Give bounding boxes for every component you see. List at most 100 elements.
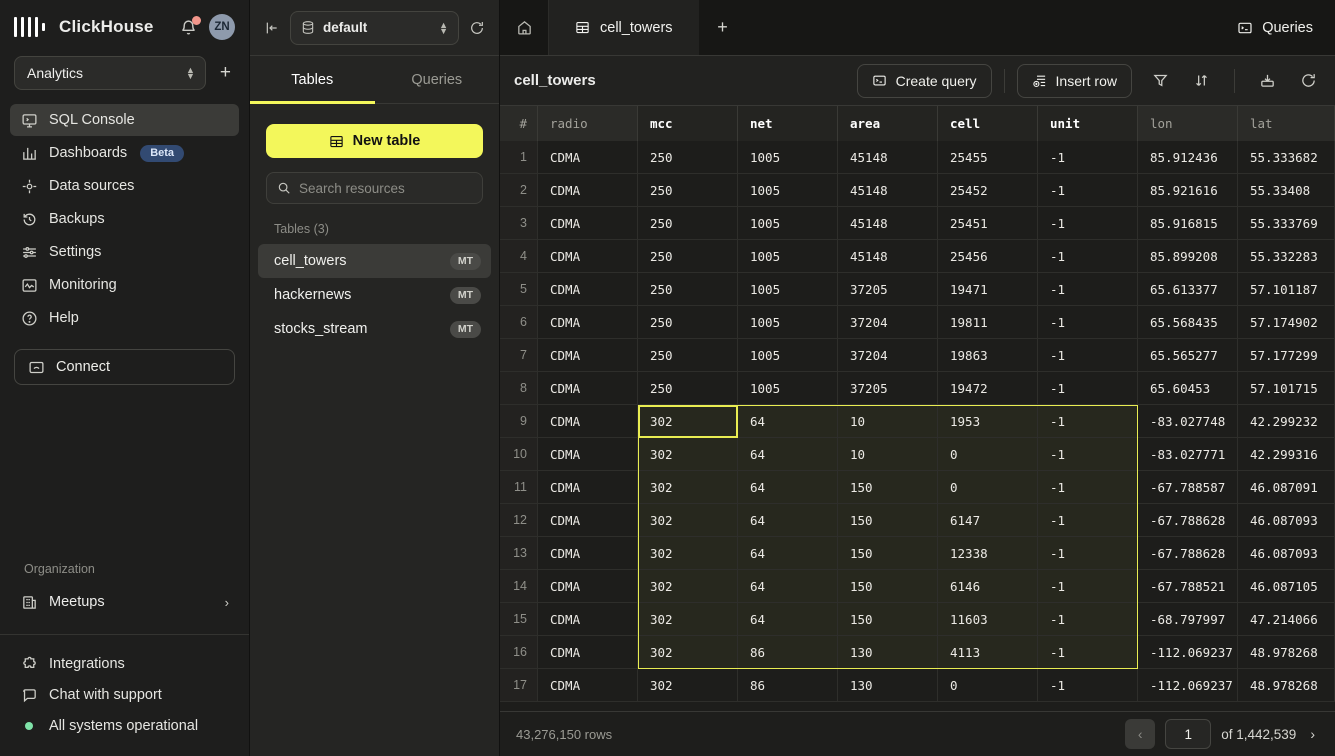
cell-mcc[interactable]: 250 — [638, 372, 738, 405]
cell-lat[interactable]: 46.087093 — [1238, 537, 1335, 570]
filter-icon[interactable] — [1140, 72, 1181, 89]
cell-lon[interactable]: -68.797997 — [1138, 603, 1238, 636]
cell-mcc[interactable]: 302 — [638, 537, 738, 570]
create-query-button[interactable]: Create query — [857, 64, 992, 98]
row-number[interactable]: 14 — [500, 570, 538, 603]
cell-net[interactable]: 64 — [738, 537, 838, 570]
cell-cell[interactable]: 4113 — [938, 636, 1038, 669]
cell-unit[interactable]: -1 — [1038, 438, 1138, 471]
tab-tables[interactable]: Tables — [250, 56, 375, 103]
table-list-item-stocks-stream[interactable]: stocks_stream MT — [258, 312, 491, 346]
cell-lon[interactable]: 85.899208 — [1138, 240, 1238, 273]
cell-cell[interactable]: 25451 — [938, 207, 1038, 240]
cell-lon[interactable]: -67.788521 — [1138, 570, 1238, 603]
column-header-lon[interactable]: lon — [1138, 106, 1238, 141]
cell-cell[interactable]: 12338 — [938, 537, 1038, 570]
cell-cell[interactable]: 11603 — [938, 603, 1038, 636]
column-header-cell[interactable]: cell — [938, 106, 1038, 141]
search-resources-input[interactable] — [299, 181, 472, 196]
column-header-mcc[interactable]: mcc — [638, 106, 738, 141]
queries-button[interactable]: Queries — [1215, 0, 1335, 55]
cell-lat[interactable]: 55.332283 — [1238, 240, 1335, 273]
cell-cell[interactable]: 19472 — [938, 372, 1038, 405]
cell-mcc[interactable]: 302 — [638, 405, 738, 438]
cell-area[interactable]: 150 — [838, 570, 938, 603]
row-number[interactable]: 16 — [500, 636, 538, 669]
table-list-item-cell-towers[interactable]: cell_towers MT — [258, 244, 491, 278]
cell-area[interactable]: 45148 — [838, 240, 938, 273]
sort-icon[interactable] — [1181, 72, 1222, 89]
cell-net[interactable]: 1005 — [738, 273, 838, 306]
refresh-tables-icon[interactable] — [469, 20, 485, 36]
add-workspace-button[interactable]: + — [216, 60, 235, 86]
cell-lat[interactable]: 55.333769 — [1238, 207, 1335, 240]
cell-net[interactable]: 1005 — [738, 306, 838, 339]
cell-radio[interactable]: CDMA — [538, 141, 638, 174]
cell-mcc[interactable]: 250 — [638, 273, 738, 306]
row-number[interactable]: 5 — [500, 273, 538, 306]
cell-net[interactable]: 1005 — [738, 174, 838, 207]
cell-lon[interactable]: -83.027748 — [1138, 405, 1238, 438]
column-header-lat[interactable]: lat — [1238, 106, 1335, 141]
column-header-radio[interactable]: radio — [538, 106, 638, 141]
cell-mcc[interactable]: 250 — [638, 207, 738, 240]
cell-unit[interactable]: -1 — [1038, 372, 1138, 405]
table-list-item-hackernews[interactable]: hackernews MT — [258, 278, 491, 312]
sidebar-item-sql-console[interactable]: SQL Console — [10, 104, 239, 136]
cell-area[interactable]: 150 — [838, 537, 938, 570]
cell-mcc[interactable]: 302 — [638, 471, 738, 504]
cell-cell[interactable]: 25452 — [938, 174, 1038, 207]
download-icon[interactable] — [1247, 72, 1288, 89]
avatar[interactable]: ZN — [209, 14, 235, 40]
cell-area[interactable]: 45148 — [838, 207, 938, 240]
cell-unit[interactable]: -1 — [1038, 537, 1138, 570]
cell-lat[interactable]: 57.177299 — [1238, 339, 1335, 372]
column-header-area[interactable]: area — [838, 106, 938, 141]
cell-lat[interactable]: 47.214066 — [1238, 603, 1335, 636]
cell-area[interactable]: 37204 — [838, 339, 938, 372]
cell-lat[interactable]: 55.33408 — [1238, 174, 1335, 207]
sidebar-item-help[interactable]: Help — [10, 302, 239, 334]
cell-net[interactable]: 64 — [738, 504, 838, 537]
cell-mcc[interactable]: 302 — [638, 636, 738, 669]
sidebar-item-dashboards[interactable]: Dashboards Beta — [10, 137, 239, 169]
cell-cell[interactable]: 19811 — [938, 306, 1038, 339]
cell-mcc[interactable]: 250 — [638, 174, 738, 207]
cell-unit[interactable]: -1 — [1038, 471, 1138, 504]
cell-net[interactable]: 64 — [738, 603, 838, 636]
cell-lon[interactable]: 65.60453 — [1138, 372, 1238, 405]
cell-radio[interactable]: CDMA — [538, 636, 638, 669]
connect-button[interactable]: Connect — [14, 349, 235, 385]
cell-lat[interactable]: 48.978268 — [1238, 669, 1335, 702]
sidebar-item-monitoring[interactable]: Monitoring — [10, 269, 239, 301]
column-header-rownum[interactable]: # — [500, 106, 538, 141]
cell-area[interactable]: 130 — [838, 669, 938, 702]
cell-cell[interactable]: 19863 — [938, 339, 1038, 372]
cell-lon[interactable]: -67.788628 — [1138, 537, 1238, 570]
cell-lon[interactable]: 85.921616 — [1138, 174, 1238, 207]
cell-radio[interactable]: CDMA — [538, 306, 638, 339]
row-number[interactable]: 4 — [500, 240, 538, 273]
next-page-button[interactable]: › — [1306, 726, 1319, 742]
cell-unit[interactable]: -1 — [1038, 669, 1138, 702]
cell-net[interactable]: 64 — [738, 471, 838, 504]
cell-area[interactable]: 150 — [838, 471, 938, 504]
cell-radio[interactable]: CDMA — [538, 603, 638, 636]
cell-unit[interactable]: -1 — [1038, 207, 1138, 240]
cell-lon[interactable]: -112.069237 — [1138, 669, 1238, 702]
cell-radio[interactable]: CDMA — [538, 537, 638, 570]
cell-unit[interactable]: -1 — [1038, 504, 1138, 537]
cell-cell[interactable]: 25456 — [938, 240, 1038, 273]
sidebar-item-integrations[interactable]: Integrations — [10, 649, 239, 679]
cell-net[interactable]: 64 — [738, 570, 838, 603]
sidebar-item-data-sources[interactable]: Data sources — [10, 170, 239, 202]
cell-lon[interactable]: 65.568435 — [1138, 306, 1238, 339]
cell-radio[interactable]: CDMA — [538, 372, 638, 405]
cell-area[interactable]: 10 — [838, 405, 938, 438]
cell-radio[interactable]: CDMA — [538, 405, 638, 438]
database-select[interactable]: default ▲▼ — [290, 11, 459, 45]
cell-net[interactable]: 1005 — [738, 372, 838, 405]
cell-mcc[interactable]: 302 — [638, 669, 738, 702]
cell-net[interactable]: 1005 — [738, 339, 838, 372]
cell-lon[interactable]: 85.916815 — [1138, 207, 1238, 240]
